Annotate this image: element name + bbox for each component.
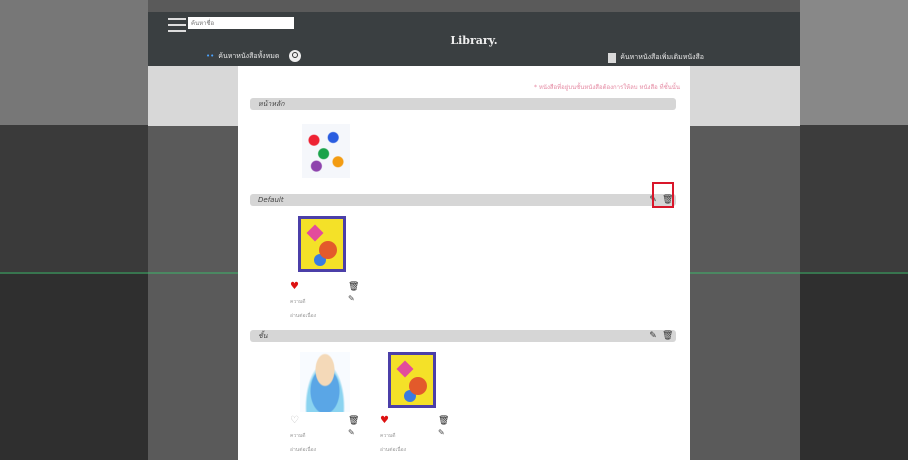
pencil-icon[interactable]: ✎ bbox=[648, 331, 658, 341]
book-caption: ความดี bbox=[290, 433, 306, 439]
book-cover-yellow[interactable] bbox=[388, 352, 436, 408]
search-all-link[interactable]: •• ค้นหาหนังสือทั้งหมด bbox=[206, 50, 302, 62]
background-right bbox=[800, 0, 908, 460]
pencil-icon[interactable]: ✎ bbox=[348, 295, 355, 303]
trash-icon[interactable]: 🗑 bbox=[348, 282, 359, 292]
trash-icon[interactable]: 🗑 bbox=[438, 416, 449, 426]
shelf-name: ชั้น bbox=[258, 332, 268, 340]
request-book-link[interactable]: ค้นหาหนังสือเพิ่มเติมหนังสือ bbox=[608, 52, 704, 63]
request-book-label: ค้นหาหนังสือเพิ่มเติมหนังสือ bbox=[620, 53, 704, 61]
shelf-name: Default bbox=[258, 196, 284, 204]
search-input[interactable] bbox=[188, 17, 294, 29]
search-all-label: ค้นหาหนังสือทั้งหมด bbox=[218, 51, 280, 60]
page-title: Library. bbox=[450, 34, 498, 47]
magnifier-icon[interactable] bbox=[289, 50, 302, 62]
delete-shelf-highlight bbox=[652, 182, 674, 208]
book-caption: ความดี bbox=[380, 433, 396, 439]
pencil-icon[interactable]: ✎ bbox=[348, 429, 355, 437]
book-caption: ความดี bbox=[290, 299, 306, 305]
heart-icon[interactable]: ♥ bbox=[290, 282, 299, 292]
shelf-header-default: Default ✎ 🗑 bbox=[250, 194, 676, 206]
background-left bbox=[0, 0, 148, 460]
book-cover-abc[interactable] bbox=[302, 124, 350, 178]
library-panel: * หนังสือที่อยู่บนชั้นหนังสือต้องการให้ล… bbox=[238, 66, 690, 460]
trash-icon[interactable]: 🗑 bbox=[662, 331, 673, 341]
book-cover-yellow[interactable] bbox=[298, 216, 346, 272]
heart-icon[interactable]: ♥ bbox=[380, 416, 389, 426]
shelf-name: หน้าหลัก bbox=[258, 100, 285, 108]
shelf-header-main: หน้าหลัก bbox=[250, 98, 676, 110]
book-caption: อ่านต่อเนื่อง bbox=[380, 447, 407, 453]
book-caption: อ่านต่อเนื่อง bbox=[290, 313, 317, 319]
dots-icon: •• bbox=[206, 52, 215, 60]
pencil-icon[interactable]: ✎ bbox=[438, 429, 445, 437]
hint-note: * หนังสือที่อยู่บนชั้นหนังสือต้องการให้ล… bbox=[534, 84, 680, 91]
document-icon bbox=[608, 52, 617, 63]
top-bar: Library. •• ค้นหาหนังสือทั้งหมด ค้นหาหนั… bbox=[148, 12, 800, 66]
shelf-header-third: ชั้น ✎ 🗑 bbox=[250, 330, 676, 342]
book-cover-kid[interactable] bbox=[300, 352, 350, 412]
trash-icon[interactable]: 🗑 bbox=[348, 416, 359, 426]
book-caption: อ่านต่อเนื่อง bbox=[290, 447, 317, 453]
heart-icon[interactable]: ♡ bbox=[290, 416, 299, 426]
